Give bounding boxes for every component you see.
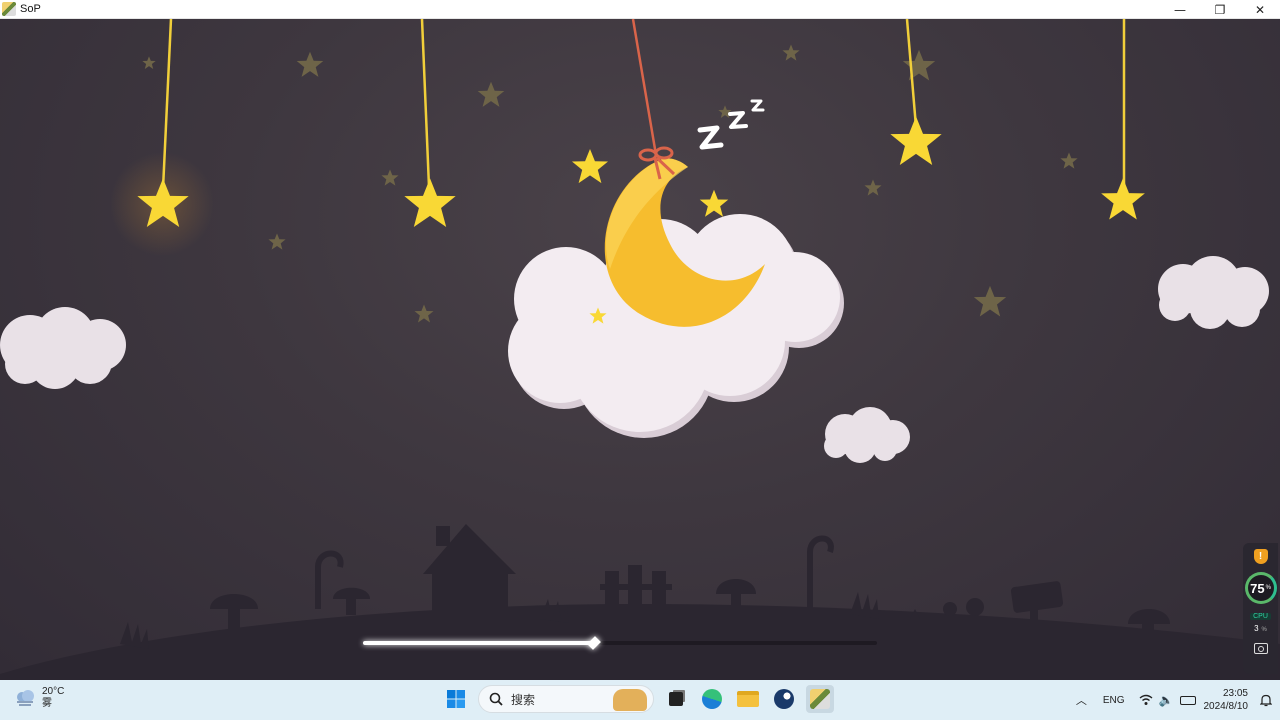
minimize-button[interactable]: — [1160, 0, 1200, 19]
restore-button[interactable]: ❐ [1200, 0, 1240, 19]
steam-button[interactable] [770, 685, 798, 713]
cpu-value-unit: % [1261, 627, 1267, 633]
weather-widget[interactable]: 20°C 雾 [14, 686, 64, 710]
chevron-up-icon[interactable]: ︿ [1076, 692, 1087, 708]
performance-widget[interactable]: ! 75% CPU 3% [1243, 543, 1278, 674]
start-button[interactable] [442, 685, 470, 713]
system-tray: ︿ ENG 🔈 23:05 2024/8/10 [1076, 680, 1280, 720]
volume-icon[interactable]: 🔈 [1159, 693, 1174, 707]
cpu-value: 3% [1254, 624, 1267, 633]
notification-bell-icon[interactable] [1260, 694, 1272, 707]
performance-gauge[interactable]: 75% [1244, 572, 1277, 604]
clock[interactable]: 23:05 2024/8/10 [1204, 687, 1249, 713]
search-placeholder: 搜索 [511, 692, 536, 707]
star-icon [890, 116, 942, 165]
wifi-icon[interactable] [1139, 694, 1153, 706]
close-icon: ✕ [1254, 2, 1266, 17]
house-icon [423, 524, 516, 619]
cloud-icon [824, 407, 910, 463]
star-icon [1101, 178, 1145, 220]
weather-temp: 20°C [42, 686, 65, 697]
task-view-icon [669, 692, 683, 706]
edge-button[interactable] [698, 685, 726, 713]
clock-date: 2024/8/10 [1203, 701, 1249, 712]
sop-app-icon [810, 689, 830, 709]
cpu-label: CPU [1250, 613, 1271, 620]
taskbar-search[interactable]: 搜索 [478, 685, 654, 713]
app-icon [2, 2, 16, 16]
close-button[interactable]: ✕ [1240, 0, 1280, 19]
camera-icon[interactable] [1253, 643, 1268, 654]
taskbar[interactable]: 20°C 雾 搜索 ︿ ENG 🔈 23:05 2024/8/10 [0, 680, 1280, 720]
progress-slider[interactable] [363, 636, 877, 650]
weather-text: 20°C 雾 [42, 686, 64, 710]
file-explorer-icon [737, 691, 759, 707]
restore-icon: ❐ [1214, 2, 1226, 17]
search-icon [489, 692, 503, 706]
shield-icon[interactable]: ! [1253, 549, 1268, 564]
taskbar-apps: 搜索 [442, 685, 834, 713]
star-icon [571, 148, 609, 184]
title-bar[interactable]: SoP — ❐ ✕ [0, 0, 1280, 19]
window-title: SoP [20, 3, 41, 15]
cloud-icon [0, 307, 126, 389]
star-icon [699, 189, 729, 217]
snore-zzz [697, 99, 765, 150]
star-strings [161, 19, 1126, 190]
sop-app-button[interactable] [806, 685, 834, 713]
cloudy-icon [17, 690, 34, 706]
minimize-icon: — [1174, 2, 1186, 17]
gauge-unit: % [1265, 585, 1271, 591]
search-highlight-icon [613, 689, 647, 711]
star-icon [404, 178, 456, 227]
ground-silhouette [0, 524, 1280, 680]
moon-string [631, 19, 658, 156]
task-view-button[interactable] [662, 685, 690, 713]
weather-condition: 雾 [42, 698, 52, 709]
steam-icon [774, 689, 794, 709]
language-indicator[interactable]: ENG [1103, 695, 1125, 706]
progress-fill [363, 641, 595, 645]
clock-time: 23:05 [1222, 688, 1248, 699]
edge-icon [702, 689, 722, 709]
night-scene[interactable] [0, 19, 1280, 680]
cloud-icon [1158, 256, 1269, 329]
window-controls: — ❐ ✕ [1160, 0, 1280, 19]
windows-start-icon [447, 690, 465, 708]
battery-icon[interactable] [1179, 695, 1196, 705]
gauge-value: 75 [1250, 580, 1265, 596]
scene-illustration [0, 19, 1280, 680]
file-explorer-button[interactable] [734, 685, 762, 713]
cpu-value-number: 3 [1254, 624, 1259, 633]
